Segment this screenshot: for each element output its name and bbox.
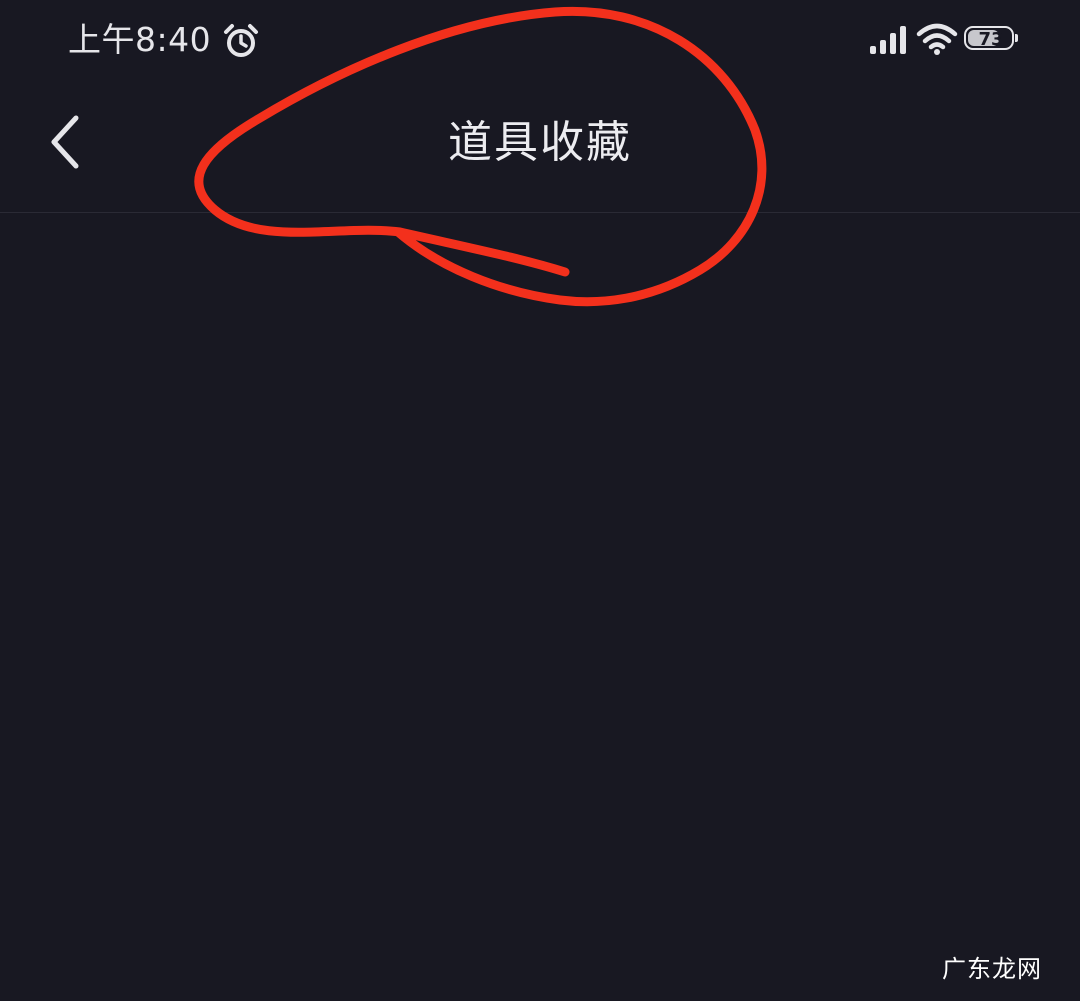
back-button[interactable] (36, 102, 96, 182)
page-title: 道具收藏 (448, 117, 632, 168)
status-bar: 上午8:40 73 (0, 0, 1080, 80)
battery-icon: 73 (964, 26, 1018, 52)
chevron-left-icon (51, 115, 79, 169)
alarm-icon (224, 24, 258, 57)
navigation-bar: 道具收藏 (0, 80, 1080, 213)
app-screen: 上午8:40 73 道具收藏 广东龙网 (0, 0, 1080, 1001)
wifi-icon (916, 23, 958, 55)
battery-body: 73 (964, 26, 1014, 50)
battery-level: 73 (978, 29, 1004, 50)
battery-tip (1015, 34, 1018, 42)
status-time: 上午8:40 (68, 20, 212, 59)
empty-content-area (0, 213, 1080, 1001)
watermark: 广东龙网 (942, 955, 1042, 983)
signal-icon (870, 26, 906, 54)
